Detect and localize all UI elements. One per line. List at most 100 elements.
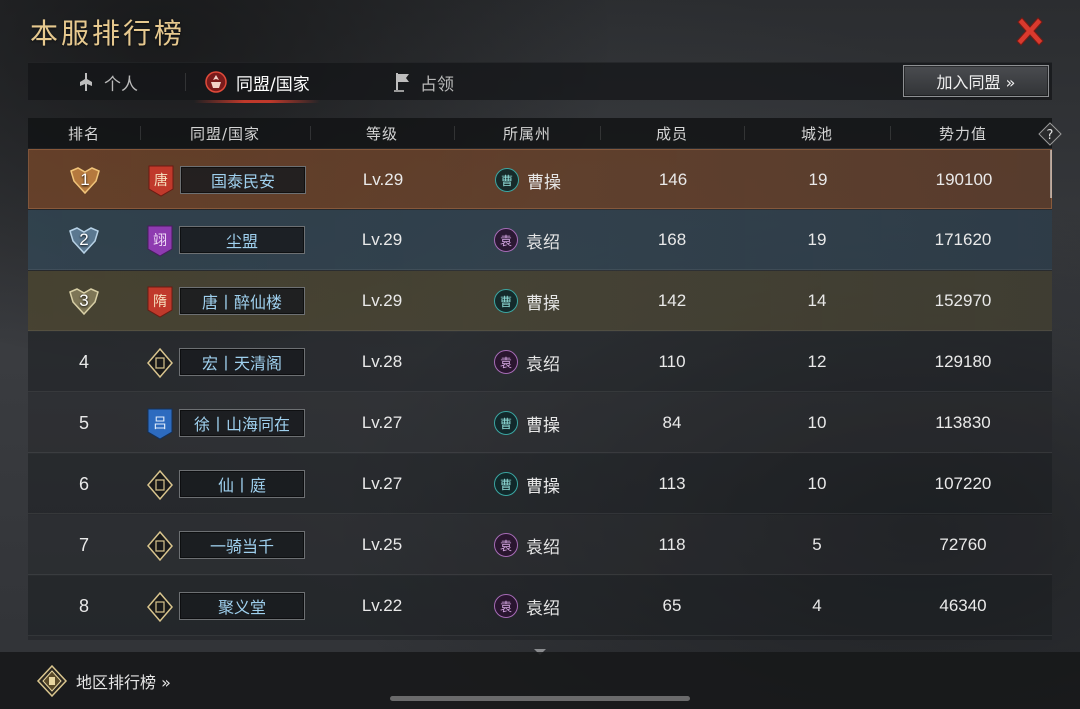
region-emblem-icon xyxy=(36,665,68,697)
state-cell: 曹 曹操 xyxy=(494,454,560,514)
scroll-down-chevron-icon xyxy=(533,641,547,655)
level-cell: Lv.22 xyxy=(361,596,403,615)
members-cell: 65 xyxy=(662,596,682,615)
members-cell: 118 xyxy=(658,535,686,554)
scrollbar[interactable] xyxy=(1050,150,1052,198)
state-cell: 曹 曹操 xyxy=(494,393,560,453)
region-ranking-link[interactable]: 地区排行榜 » xyxy=(36,664,171,698)
cities-cell: 10 xyxy=(807,474,827,493)
default-alliance-flag-icon xyxy=(146,530,174,562)
state-name: 曹操 xyxy=(527,172,561,193)
table-row[interactable]: 3 隋 唐丨醉仙楼 Lv.29 曹 曹操 142 14 152970 xyxy=(28,271,1052,331)
alliance-flag-icon: 翊 xyxy=(146,225,174,257)
power-cell: 72760 xyxy=(939,535,987,554)
rank-number: 8 xyxy=(78,595,89,616)
level-cell: Lv.25 xyxy=(361,535,403,554)
page-title: 本服排行榜 xyxy=(30,17,186,50)
yuan-state-emblem-icon: 袁 xyxy=(494,594,518,618)
alliance-name-button[interactable]: 国泰民安 xyxy=(180,166,306,194)
flag-glyph: 唐 xyxy=(154,172,168,189)
cao-state-emblem-icon: 曹 xyxy=(494,472,518,496)
alliance-name-button[interactable]: 一骑当千 xyxy=(179,531,305,559)
alliance-name-button[interactable]: 仙丨庭 xyxy=(179,470,305,498)
rank-number: 6 xyxy=(78,473,89,494)
cities-cell: 12 xyxy=(807,352,827,371)
state-name: 曹操 xyxy=(526,476,560,497)
region-ranking-label: 地区排行榜 » xyxy=(76,673,171,692)
state-cell: 曹 曹操 xyxy=(495,150,561,210)
alliance-cell: 仙丨庭 xyxy=(146,454,306,514)
default-alliance-flag-icon xyxy=(146,591,174,623)
members-cell: 113 xyxy=(658,474,686,493)
tab-divider xyxy=(185,73,186,91)
alliance-cell: 隋 唐丨醉仙楼 xyxy=(146,271,306,331)
alliance-flag-icon: 吕 xyxy=(146,408,174,440)
alliance-name-button[interactable]: 尘盟 xyxy=(179,226,305,254)
state-name: 曹操 xyxy=(526,415,560,436)
alliance-name-button[interactable]: 宏丨天清阁 xyxy=(179,348,305,376)
yuan-state-emblem-icon: 袁 xyxy=(494,533,518,557)
table-row[interactable]: 1 唐 国泰民安 Lv.29 曹 曹操 146 19 190100 xyxy=(28,149,1052,209)
silver-rank-badge-icon: 2 xyxy=(67,223,101,257)
members-cell: 84 xyxy=(662,413,682,432)
column-header-alliance: 同盟/国家 xyxy=(189,124,261,143)
level-cell: Lv.27 xyxy=(361,413,403,432)
column-header-rank: 排名 xyxy=(67,124,100,143)
power-cell: 190100 xyxy=(935,170,993,189)
cao-state-emblem-icon: 曹 xyxy=(495,168,519,192)
alliance-cell: 宏丨天清阁 xyxy=(146,332,306,392)
alliance-name-button[interactable]: 唐丨醉仙楼 xyxy=(179,287,305,315)
cities-cell: 10 xyxy=(807,413,827,432)
table-row[interactable]: 8 聚义堂 Lv.22 袁 袁绍 65 4 46340 xyxy=(28,576,1052,636)
home-indicator[interactable] xyxy=(390,696,690,701)
column-header-level: 等级 xyxy=(365,124,398,143)
rank-number: 2 xyxy=(79,230,89,249)
rank-cell: 1 xyxy=(29,150,141,210)
rank-number: 1 xyxy=(80,170,90,189)
table-row[interactable]: 4 宏丨天清阁 Lv.28 袁 袁绍 110 12 129180 xyxy=(28,332,1052,392)
tab-alliance[interactable]: 同盟/国家 xyxy=(194,63,320,103)
tab-occupation[interactable]: 占领 xyxy=(392,63,454,101)
alliance-flag-icon: 唐 xyxy=(147,165,175,197)
default-alliance-flag-icon xyxy=(146,469,174,501)
alliance-flag-icon: 隋 xyxy=(146,286,174,318)
rank-number: 7 xyxy=(78,534,89,555)
state-cell: 袁 袁绍 xyxy=(494,515,560,575)
members-cell: 110 xyxy=(658,352,686,371)
help-icon[interactable]: ? xyxy=(1038,122,1062,146)
flag-glyph: 翊 xyxy=(153,233,167,249)
table-row[interactable]: 7 一骑当千 Lv.25 袁 袁绍 118 5 72760 xyxy=(28,515,1052,575)
cities-cell: 5 xyxy=(812,535,822,554)
header: 本服排行榜 xyxy=(0,0,1080,62)
table-header: 排名 同盟/国家 等级 所属州 成员 城池 势力值 xyxy=(28,118,1052,148)
power-cell: 152970 xyxy=(934,291,992,310)
power-cell: 107220 xyxy=(934,474,992,493)
join-alliance-button[interactable]: 加入同盟 » xyxy=(903,65,1049,97)
alliance-name-button[interactable]: 徐丨山海同在 xyxy=(179,409,305,437)
tab-alliance-label: 同盟/国家 xyxy=(236,74,310,95)
table-row[interactable]: 5 吕 徐丨山海同在 Lv.27 曹 曹操 84 10 113830 xyxy=(28,393,1052,453)
column-header-power: 势力值 xyxy=(938,124,987,143)
close-button[interactable] xyxy=(1012,14,1048,50)
state-name: 曹操 xyxy=(526,293,560,314)
tab-occupation-label: 占领 xyxy=(420,74,454,95)
table-row[interactable]: 2 翊 尘盟 Lv.29 袁 袁绍 168 19 171620 xyxy=(28,210,1052,270)
cities-cell: 4 xyxy=(812,596,822,615)
level-cell: Lv.29 xyxy=(361,230,403,249)
power-cell: 171620 xyxy=(934,230,992,249)
state-cell: 曹 曹操 xyxy=(494,271,560,331)
alliance-name-button[interactable]: 聚义堂 xyxy=(179,592,305,620)
power-cell: 113830 xyxy=(935,413,991,432)
column-header-state: 所属州 xyxy=(502,124,551,143)
members-cell: 168 xyxy=(657,230,687,249)
cao-state-emblem-icon: 曹 xyxy=(494,411,518,435)
rank-number: 4 xyxy=(78,351,89,372)
rank-cell: 2 xyxy=(28,210,140,270)
level-cell: Lv.27 xyxy=(361,474,403,493)
tab-personal[interactable]: 个人 xyxy=(76,63,138,101)
bronze-rank-badge-icon: 3 xyxy=(67,284,101,318)
state-name: 袁绍 xyxy=(526,232,560,253)
members-cell: 142 xyxy=(657,291,687,310)
flag-glyph: 隋 xyxy=(153,294,167,310)
table-row[interactable]: 6 仙丨庭 Lv.27 曹 曹操 113 10 107220 xyxy=(28,454,1052,514)
